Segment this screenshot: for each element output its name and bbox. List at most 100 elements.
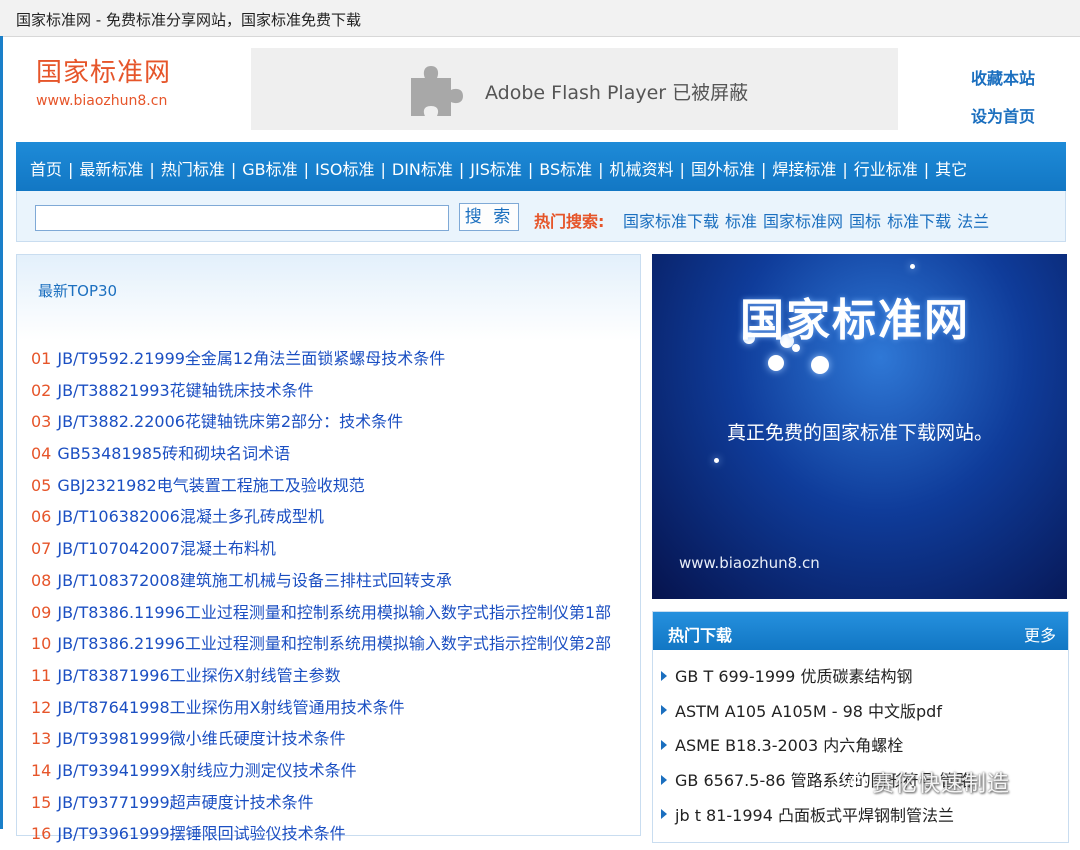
hot-download-item[interactable]: ASME B18.3-2003 内六角螺栓	[661, 729, 972, 764]
nav-item[interactable]: DIN标准	[392, 160, 453, 179]
standard-link[interactable]: JB/T3882.22006花键轴铣床第2部分：技术条件	[57, 412, 403, 431]
nav-item[interactable]: 最新标准	[79, 160, 143, 179]
nav-item[interactable]: 国外标准	[691, 160, 755, 179]
rank-number: 07	[31, 539, 52, 559]
nav-item[interactable]: JIS标准	[470, 160, 522, 179]
wechat-icon	[842, 770, 866, 789]
hot-search-word[interactable]: 国标	[849, 212, 881, 231]
wechat-watermark: 赛亿快速制造	[842, 766, 1052, 797]
hot-download-title: ASTM A105 A105M - 98 中文版pdf	[675, 701, 942, 721]
top30-list-item: 16 JB/T93961999摆锤限回试验仪技术条件	[31, 818, 611, 850]
nav-item[interactable]: BS标准	[539, 160, 592, 179]
main-nav-items: 首页 | 最新标准 | 热门标准 | GB标准 | ISO标准 | DIN标准 | JIS标准 | BS标准…	[30, 156, 967, 180]
search-button[interactable]: 搜 索	[459, 203, 519, 231]
top30-heading: 最新TOP30	[38, 282, 118, 300]
hot-search-words: 国家标准下载 标准 国家标准网 国标 标准下载 法兰	[623, 208, 989, 232]
nav-item[interactable]: 首页	[30, 160, 62, 179]
hot-search-word[interactable]: 国家标准网	[763, 212, 843, 231]
bullet-arrow-icon	[661, 705, 667, 716]
banner-title: 国家标准网	[740, 295, 970, 346]
top30-list-item: 09 JB/T8386.11996工业过程测量和控制系统用模拟输入数字式指示控制仪…	[31, 597, 611, 629]
top30-list: 01 JB/T9592.21999全金属12角法兰面锁紧螺母技术条件 02 JB/T3…	[31, 343, 611, 850]
hot-search-word[interactable]: 标准下载	[887, 212, 951, 231]
standard-link[interactable]: JB/T93771999超声硬度计技术条件	[57, 793, 313, 812]
nav-separator: |	[230, 160, 237, 179]
top30-list-item: 03 JB/T3882.22006花键轴铣床第2部分：技术条件	[31, 406, 611, 438]
nav-item[interactable]: 机械资料	[610, 160, 674, 179]
standard-link[interactable]: JB/T93941999X射线应力测定仪技术条件	[57, 761, 356, 780]
rank-number: 02	[31, 380, 52, 400]
nav-separator: |	[923, 160, 930, 179]
top30-list-item: 12 JB/T87641998工业探伤用X射线管通用技术条件	[31, 692, 611, 724]
site-logo-title[interactable]: 国家标准网	[36, 52, 171, 89]
hot-search-word[interactable]: 法兰	[957, 212, 989, 231]
standard-link[interactable]: JB/T106382006混凝土多孔砖成型机	[57, 507, 323, 526]
bullet-arrow-icon	[661, 739, 667, 750]
nav-separator: |	[458, 160, 465, 179]
nav-item[interactable]: 其它	[935, 160, 967, 179]
nav-separator: |	[149, 160, 155, 179]
standard-link[interactable]: JB/T93961999摆锤限回试验仪技术条件	[57, 824, 345, 843]
nav-separator: |	[760, 160, 767, 179]
hot-search-word[interactable]: 标准	[725, 212, 757, 231]
site-logo-url[interactable]: www.biaozhun8.cn	[36, 93, 167, 109]
rank-number: 09	[31, 602, 52, 622]
standard-link[interactable]: JB/T93981999微小维氏硬度计技术条件	[57, 729, 345, 748]
blocked-flash-placeholder[interactable]: Adobe Flash Player 已被屏蔽	[251, 48, 898, 130]
hot-download-item[interactable]: GB T 699-1999 优质碳素结构钢	[661, 660, 972, 695]
nav-item[interactable]: 行业标准	[854, 160, 918, 179]
standard-link[interactable]: GBJ2321982电气装置工程施工及验收规范	[57, 476, 364, 495]
standard-link[interactable]: JB/T8386.21996工业过程测量和控制系统用模拟输入数字式指示控制仪第2…	[57, 634, 611, 653]
nav-item[interactable]: 热门标准	[161, 160, 225, 179]
banner-sparkle	[811, 356, 829, 374]
nav-separator: |	[380, 160, 386, 179]
top30-list-item: 13 JB/T93981999微小维氏硬度计技术条件	[31, 723, 611, 755]
rank-number: 01	[31, 349, 52, 368]
rank-number: 15	[31, 792, 52, 812]
hot-downloads-list: GB T 699-1999 优质碳素结构钢 ASTM A105 A105M - 9…	[661, 660, 972, 833]
rank-number: 11	[31, 665, 52, 685]
standard-link[interactable]: JB/T9592.21999全金属12角法兰面锁紧螺母技术条件	[57, 349, 445, 368]
nav-separator: |	[68, 160, 74, 179]
flash-blocked-text: Adobe Flash Player 已被屏蔽	[485, 82, 749, 104]
rank-number: 13	[31, 729, 52, 749]
top30-list-item: 10 JB/T8386.21996工业过程测量和控制系统用模拟输入数字式指示控制仪…	[31, 628, 611, 660]
hot-download-title: ASME B18.3-2003 内六角螺栓	[675, 736, 904, 756]
rank-number: 08	[31, 570, 52, 590]
hot-downloads-header: 热门下载 更多	[653, 612, 1068, 650]
nav-item[interactable]: ISO标准	[315, 160, 374, 179]
standard-link[interactable]: JB/T38821993花键轴铣床技术条件	[57, 381, 313, 400]
standard-link[interactable]: JB/T107042007混凝土布料机	[57, 539, 275, 558]
banner-sparkle	[714, 458, 719, 463]
standard-link[interactable]: GB53481985砖和砌块名词术语	[57, 444, 290, 463]
hot-download-item[interactable]: ASTM A105 A105M - 98 中文版pdf	[661, 695, 972, 730]
top30-list-item: 02 JB/T38821993花键轴铣床技术条件	[31, 375, 611, 407]
site-banner[interactable]: 国家标准网 真正免费的国家标准下载网站。 www.biaozhun8.cn	[652, 254, 1067, 599]
rank-number: 05	[31, 475, 52, 495]
top30-list-item: 14 JB/T93941999X射线应力测定仪技术条件	[31, 755, 611, 787]
standard-link[interactable]: JB/T87641998工业探伤用X射线管通用技术条件	[57, 698, 404, 717]
more-link[interactable]: 更多	[1024, 622, 1056, 646]
standard-link[interactable]: JB/T83871996工业探伤X射线管主参数	[57, 666, 340, 685]
standard-link[interactable]: JB/T8386.11996工业过程测量和控制系统用模拟输入数字式指示控制仪第1…	[57, 603, 611, 622]
bookmark-site-link[interactable]: 收藏本站	[971, 65, 1035, 89]
main-nav: 首页 | 最新标准 | 热门标准 | GB标准 | ISO标准 | DIN标准 | JIS标准 | BS标准…	[16, 142, 1066, 191]
rank-number: 12	[31, 697, 52, 717]
banner-sparkle	[910, 264, 915, 269]
hot-download-item[interactable]: jb t 81-1994 凸面板式平焊钢制管法兰	[661, 799, 972, 834]
top30-list-item: 15 JB/T93771999超声硬度计技术条件	[31, 787, 611, 819]
top30-list-item: 11 JB/T83871996工业探伤X射线管主参数	[31, 660, 611, 692]
search-input[interactable]	[35, 205, 449, 231]
standard-link[interactable]: JB/T108372008建筑施工机械与设备三排柱式回转支承	[57, 571, 451, 590]
top30-list-item: 08 JB/T108372008建筑施工机械与设备三排柱式回转支承	[31, 565, 611, 597]
top30-list-item: 01 JB/T9592.21999全金属12角法兰面锁紧螺母技术条件	[31, 343, 611, 375]
nav-separator: |	[679, 160, 685, 179]
nav-separator: |	[303, 160, 309, 179]
nav-item[interactable]: 焊接标准	[772, 160, 836, 179]
set-homepage-link[interactable]: 设为首页	[971, 103, 1035, 127]
hot-search-word[interactable]: 国家标准下载	[623, 212, 719, 231]
hot-search-label: 热门搜索:	[534, 212, 605, 231]
nav-item[interactable]: GB标准	[242, 160, 297, 179]
rank-number: 16	[31, 824, 52, 844]
banner-subtitle: 真正免费的国家标准下载网站。	[727, 422, 994, 444]
